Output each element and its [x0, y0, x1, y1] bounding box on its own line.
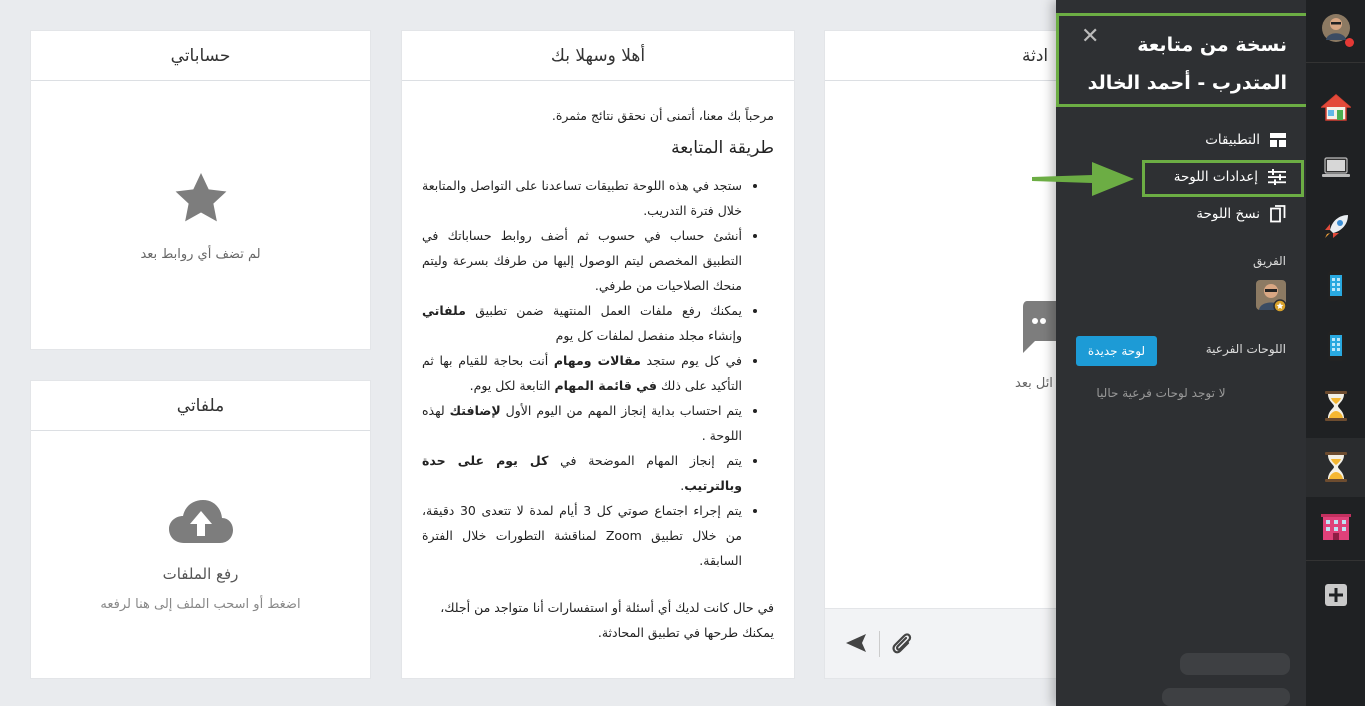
files-card-title: ملفاتي: [31, 381, 370, 431]
upload-title: رفع الملفات: [162, 565, 239, 583]
divider: [1306, 560, 1365, 561]
chat-card: ادثة ائل بعد: [824, 30, 1074, 679]
accounts-card-title: حساباتي: [31, 31, 370, 81]
team-member-avatar[interactable]: [1256, 280, 1288, 314]
annotation-arrow-icon: [1032, 162, 1134, 196]
new-board-button[interactable]: لوحة جديدة: [1076, 336, 1157, 366]
welcome-card: أهلا وسهلا بك مرحباً بك معنا، أتمنى أن ن…: [401, 30, 795, 679]
list-item: يتم احتساب بداية إنجاز المهم من اليوم ال…: [422, 398, 742, 448]
accounts-empty-text: لم تضف أي روابط بعد: [140, 247, 261, 262]
files-card: ملفاتي رفع الملفات اضغط أو اسحب الملف إل…: [30, 380, 371, 679]
list-item: ستجد في هذه اللوحة تطبيقات تساعدنا على ا…: [422, 173, 742, 223]
building-icon[interactable]: [1321, 511, 1351, 541]
laptop-icon[interactable]: [1321, 153, 1351, 183]
menu-item-copy-board[interactable]: نسخ اللوحة: [1196, 202, 1286, 226]
upload-dropzone[interactable]: رفع الملفات اضغط أو اسحب الملف إلى هنا ل…: [31, 499, 370, 612]
chat-card-title: ادثة: [825, 31, 1073, 81]
star-icon: [175, 173, 226, 222]
notification-dot: [1345, 38, 1354, 47]
cloud-upload-icon: [168, 500, 233, 543]
welcome-card-title: أهلا وسهلا بك: [402, 31, 794, 81]
menu-item-apps[interactable]: التطبيقات: [1205, 128, 1286, 152]
instructions-list: ستجد في هذه اللوحة تطبيقات تساعدنا على ا…: [422, 173, 774, 573]
chat-compose-bar: [825, 608, 1073, 678]
team-label: الفريق: [1252, 254, 1286, 268]
subboards-label: اللوحات الفرعية: [1205, 342, 1286, 356]
welcome-heading: طريقة المتابعة: [671, 138, 774, 158]
blurred-content: [1180, 653, 1290, 675]
paperclip-icon[interactable]: [891, 631, 913, 657]
sliders-icon: [1268, 169, 1286, 185]
send-icon[interactable]: [845, 633, 867, 653]
accounts-card: حساباتي لم تضف أي روابط بعد: [30, 30, 371, 350]
hourglass-icon[interactable]: [1321, 452, 1351, 482]
list-item: في كل يوم ستجد مقالات ومهام أنت بحاجة لل…: [422, 348, 742, 398]
list-item: أنشئ حساب في حسوب ثم أضف روابط حساباتك ف…: [422, 223, 742, 298]
divider: [879, 631, 880, 657]
board-side-panel: ✕ نسخة من متابعة المتدرب - أحمد الخالد ا…: [1056, 0, 1310, 706]
home-icon[interactable]: [1321, 92, 1351, 122]
chat-empty-text: ائل بعد: [1015, 376, 1053, 391]
rocket-icon[interactable]: [1321, 212, 1351, 242]
no-subboards-text: لا توجد لوحات فرعية حاليا: [1096, 386, 1226, 400]
hourglass-icon[interactable]: [1321, 391, 1351, 421]
welcome-content: مرحباً بك معنا، أتمنى أن نحقق نتائج مثمر…: [402, 81, 794, 645]
welcome-outro: في حال كانت لديك أي أسئلة أو استفسارات أ…: [440, 600, 774, 640]
app-icon-rail: [1306, 0, 1365, 706]
list-item: يتم إجراء اجتماع صوتي كل 3 أيام لمدة لا …: [422, 498, 742, 573]
dashboard-icon: [1270, 133, 1286, 147]
panel-title: نسخة من متابعة المتدرب - أحمد الخالد: [1087, 34, 1287, 94]
panel-title-highlight: ✕ نسخة من متابعة المتدرب - أحمد الخالد: [1056, 13, 1310, 107]
upload-hint: اضغط أو اسحب الملف إلى هنا لرفعه: [100, 597, 301, 612]
blurred-content: [1162, 688, 1290, 706]
menu-item-board-settings[interactable]: إعدادات اللوحة: [1174, 165, 1286, 189]
list-item: يمكنك رفع ملفات العمل المنتهية ضمن تطبيق…: [422, 298, 742, 348]
list-item: يتم إنجاز المهام الموضحة في كل يوم على ح…: [422, 448, 742, 498]
phone-icon[interactable]: [1321, 271, 1351, 301]
add-icon[interactable]: [1321, 580, 1351, 610]
welcome-intro: مرحباً بك معنا، أتمنى أن نحقق نتائج مثمر…: [551, 108, 774, 123]
phone-icon[interactable]: [1321, 331, 1351, 361]
divider: [1306, 62, 1365, 63]
copy-icon: [1270, 205, 1286, 223]
